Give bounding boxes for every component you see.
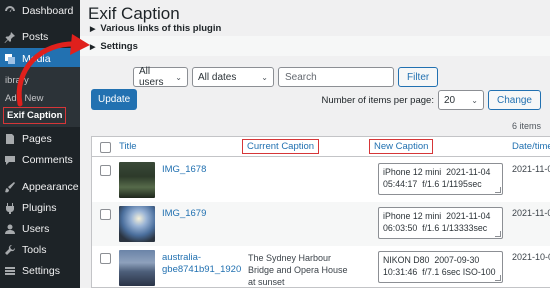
sidebar-item-label: Plugins: [22, 202, 57, 214]
sidebar-item-pages[interactable]: Pages: [0, 128, 80, 150]
plugin-icon: [4, 202, 16, 214]
search-placeholder: Search: [285, 71, 317, 83]
select-all-checkbox[interactable]: [100, 142, 111, 153]
date-value: 2021-11-09: [512, 164, 550, 174]
per-page-label: Number of items per page:: [321, 94, 434, 106]
media-submenu: ibrary Add New Exif Caption: [0, 67, 80, 127]
sidebar-item-users[interactable]: Users: [0, 218, 80, 240]
sidebar-item-label: Dashboard: [22, 5, 74, 17]
sidebar-item-settings[interactable]: Settings: [0, 260, 80, 282]
sidebar-item-label: Appearance: [22, 181, 79, 193]
table-header: Title Current Caption New Caption Date/t…: [92, 137, 550, 157]
new-caption-textarea[interactable]: NIKON D80 2007-09-30 10:31:46 f/7.1 6sec…: [378, 251, 503, 283]
table-row: IMG_1678 iPhone 12 mini 2021-11-04 05:44…: [92, 158, 550, 202]
page-icon: [4, 133, 16, 145]
filter-bar: All users ⌄ All dates ⌄ Search Filter: [133, 66, 439, 88]
file-name-link[interactable]: australia-gbe8741b91_1920: [162, 252, 242, 276]
chevron-down-icon: ⌄: [471, 95, 478, 105]
wrench-icon: [4, 244, 16, 256]
users-filter-select[interactable]: All users ⌄: [133, 66, 188, 88]
table-row: IMG_1679 iPhone 12 mini 2021-11-04 06:03…: [92, 202, 550, 246]
thumbnail-image[interactable]: [119, 162, 155, 198]
brush-icon: [4, 181, 16, 193]
sidebar-item-dashboard[interactable]: Dashboard: [0, 0, 80, 22]
thumbnail-image[interactable]: [119, 206, 155, 242]
change-button[interactable]: Change: [487, 90, 541, 110]
sidebar-item-plugins[interactable]: Plugins: [0, 197, 80, 219]
submenu-add-new[interactable]: Add New: [5, 93, 44, 104]
settings-toggle[interactable]: ▶ Settings: [90, 41, 138, 52]
sidebar-item-label: Pages: [22, 133, 52, 145]
new-caption-textarea[interactable]: iPhone 12 mini 2021-11-04 06:03:50 f/1.6…: [378, 207, 503, 239]
sidebar-item-label: Settings: [22, 265, 60, 277]
items-count: 6 items: [511, 121, 541, 131]
thumbnail-image[interactable]: [119, 250, 155, 286]
chevron-down-icon: ⌄: [175, 72, 182, 82]
submenu-exif-caption[interactable]: Exif Caption: [3, 107, 67, 124]
sidebar-item-label: Users: [22, 223, 50, 235]
chevron-down-icon: ⌄: [261, 72, 268, 82]
links-toggle[interactable]: ▶ Various links of this plugin: [90, 23, 221, 34]
new-caption-textarea[interactable]: iPhone 12 mini 2021-11-04 05:44:17 f/1.6…: [378, 163, 503, 195]
column-new-caption[interactable]: New Caption: [369, 139, 434, 154]
per-page-select[interactable]: 20 ⌄: [437, 90, 484, 110]
column-current-caption[interactable]: Current Caption: [242, 139, 320, 154]
links-toggle-label: Various links of this plugin: [100, 23, 222, 34]
settings-toggle-label: Settings: [100, 41, 138, 52]
date-value: 2021-10-07: [512, 252, 550, 262]
dates-filter-select[interactable]: All dates ⌄: [192, 67, 274, 87]
sidebar-item-appearance[interactable]: Appearance: [0, 176, 80, 198]
row-checkbox[interactable]: [100, 209, 111, 220]
filter-button[interactable]: Filter: [398, 67, 439, 87]
sidebar-item-label: Comments: [22, 154, 73, 166]
triangle-right-icon: ▶: [90, 43, 96, 51]
row-checkbox[interactable]: [100, 165, 111, 176]
date-value: 2021-11-09: [512, 208, 550, 218]
media-table: Title Current Caption New Caption Date/t…: [91, 136, 550, 288]
main-content: Exif Caption ▶ Various links of this plu…: [80, 0, 550, 288]
sidebar-item-label: Tools: [22, 244, 47, 256]
sidebar-item-label: Posts: [22, 31, 49, 43]
sidebar-item-label: Media: [22, 53, 51, 65]
users-filter-value: All users: [139, 66, 164, 88]
row-checkbox[interactable]: [100, 253, 111, 264]
per-page-control: Number of items per page: 20 ⌄ Change: [321, 90, 541, 110]
file-name-link[interactable]: IMG_1679: [162, 208, 206, 220]
sidebar-item-posts[interactable]: Posts: [0, 26, 80, 48]
sidebar-item-tools[interactable]: Tools: [0, 239, 80, 261]
sidebar-item-comments[interactable]: Comments: [0, 149, 80, 171]
per-page-value: 20: [443, 94, 456, 106]
search-input[interactable]: Search: [278, 67, 394, 87]
submenu-library[interactable]: ibrary: [5, 75, 29, 86]
table-row: australia-gbe8741b91_1920 The Sydney Har…: [92, 246, 550, 288]
admin-sidebar: Dashboard Posts Media ibrary Add New Exi…: [0, 0, 80, 288]
column-title[interactable]: Title: [119, 141, 137, 152]
dashboard-icon: [4, 5, 16, 17]
triangle-right-icon: ▶: [90, 25, 96, 33]
settings-icon: [4, 265, 16, 277]
comment-icon: [4, 154, 16, 166]
update-button[interactable]: Update: [91, 89, 138, 110]
column-date[interactable]: Date/time: [512, 141, 550, 152]
user-icon: [4, 223, 16, 235]
current-caption-text: The Sydney Harbour Bridge and Opera Hous…: [248, 253, 348, 287]
media-icon: [4, 53, 16, 65]
page-title: Exif Caption: [88, 4, 180, 23]
dates-filter-value: All dates: [198, 71, 237, 83]
settings-bar: [80, 36, 550, 56]
pin-icon: [4, 31, 16, 43]
file-name-link[interactable]: IMG_1678: [162, 164, 206, 176]
